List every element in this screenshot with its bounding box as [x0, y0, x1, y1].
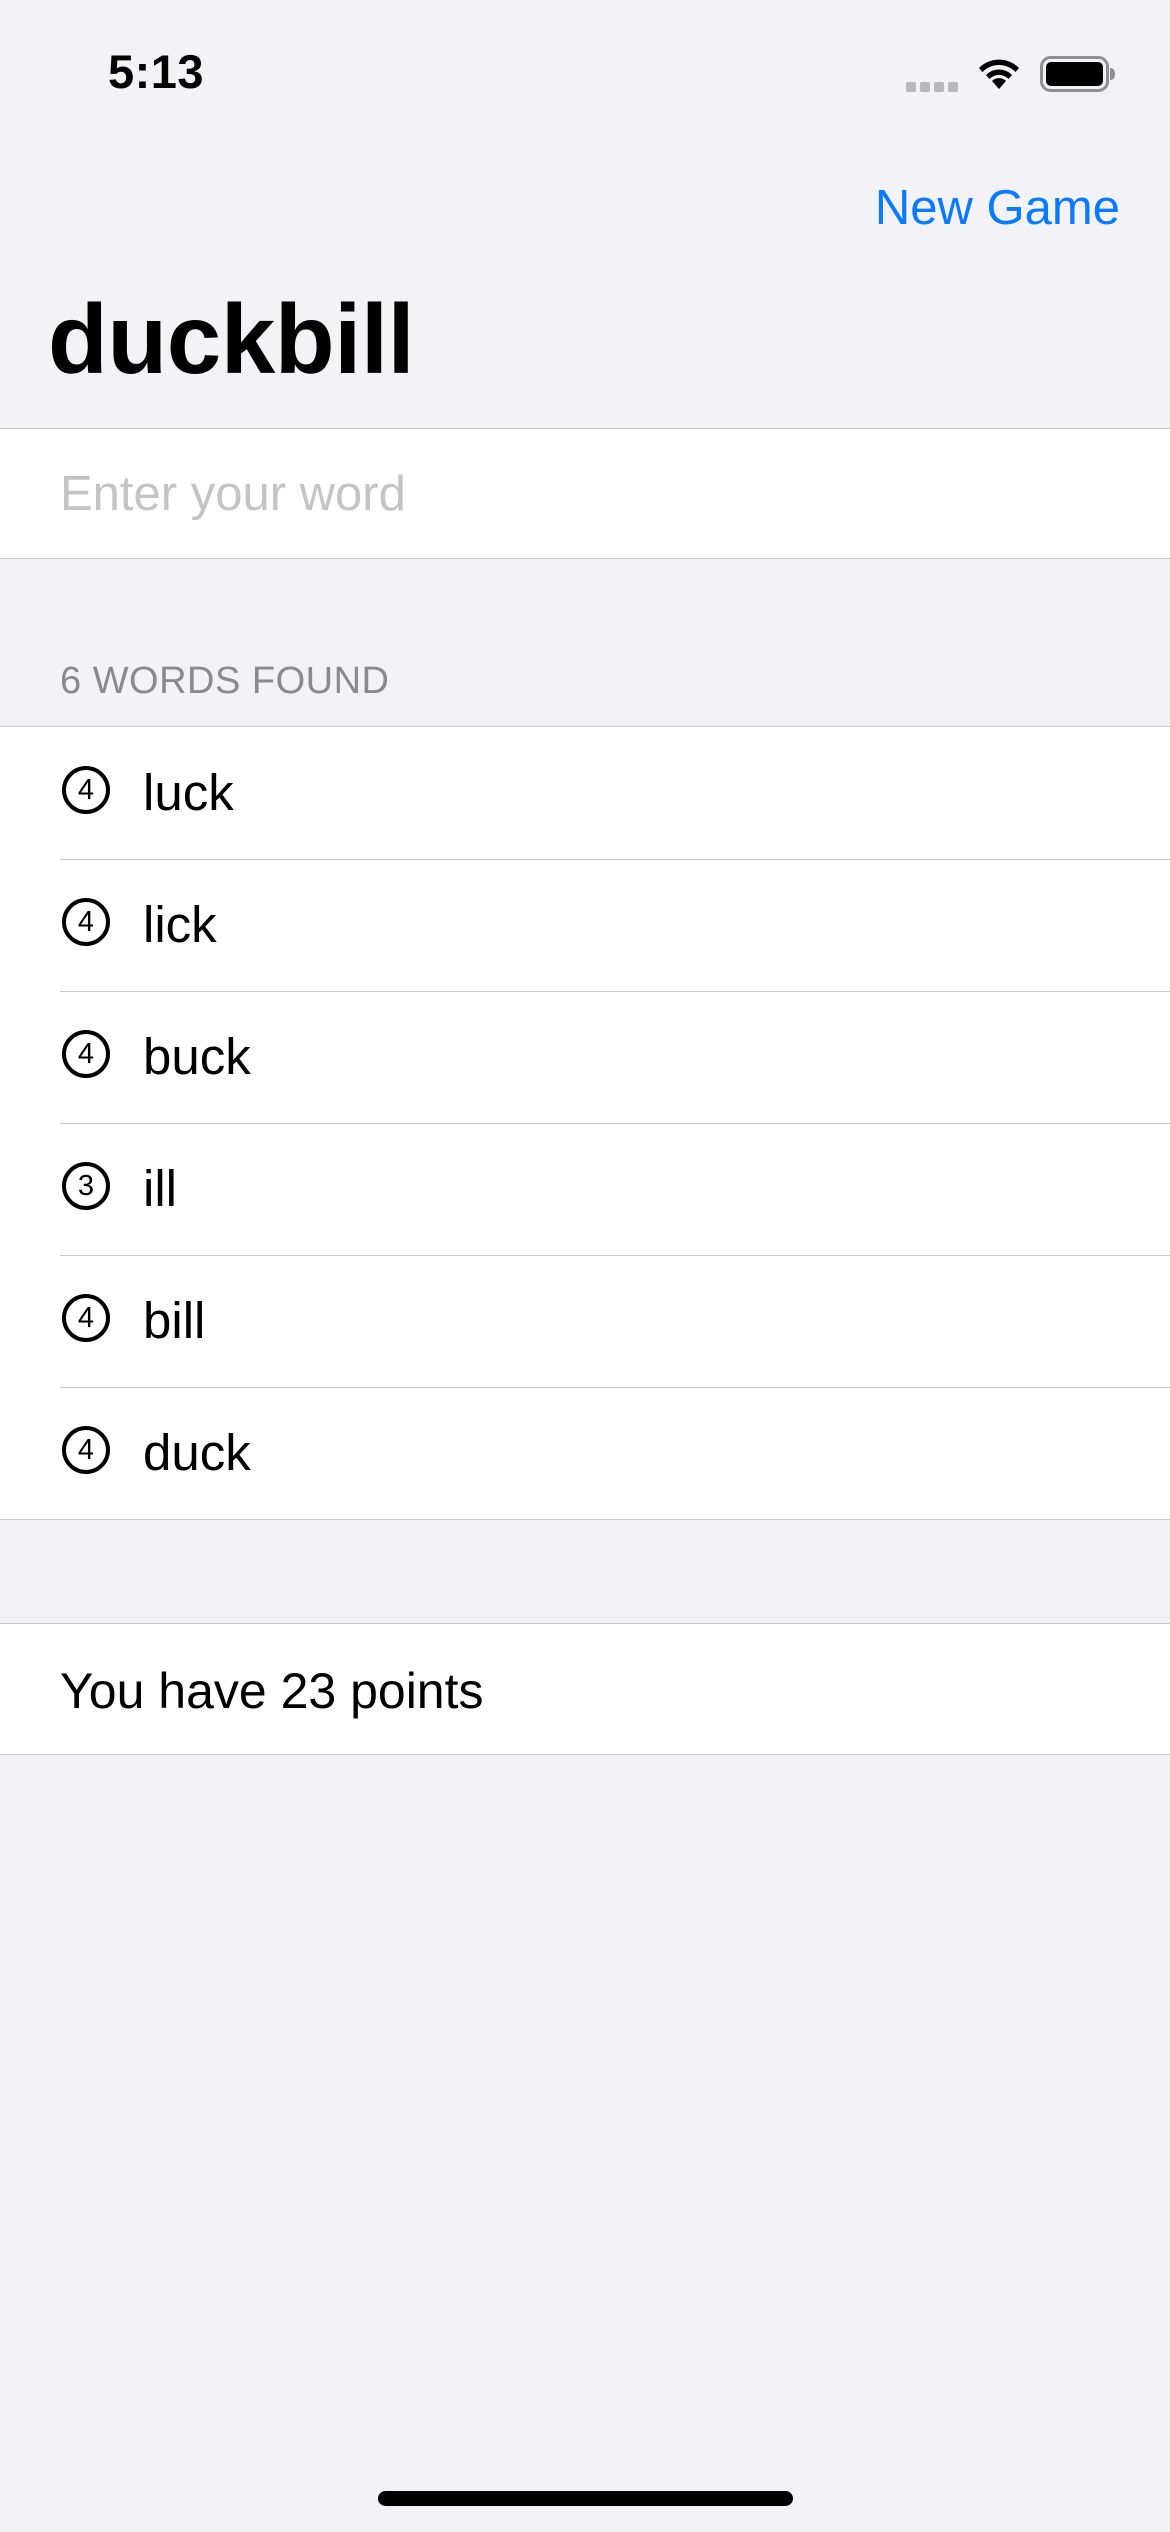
cellular-signal-icon [906, 82, 958, 92]
page-title: duckbill [48, 284, 415, 394]
score-circle-icon: 4 [62, 898, 110, 946]
section-header: 6 WORDS FOUND [60, 660, 390, 702]
home-indicator[interactable] [378, 2491, 793, 2506]
list-item: 4 luck [0, 727, 1170, 859]
word-label: buck [143, 1028, 251, 1085]
new-game-button[interactable]: New Game [875, 180, 1120, 236]
word-label: lick [143, 896, 217, 953]
points-label: You have 23 points [60, 1663, 484, 1719]
score-circle-icon: 4 [62, 1030, 110, 1078]
list-item: 3 ill [0, 1123, 1170, 1255]
word-input-cell [0, 428, 1170, 559]
score-circle-icon: 4 [62, 1294, 110, 1342]
wifi-icon [979, 59, 1019, 89]
word-label: luck [143, 764, 234, 821]
score-circle-icon: 4 [62, 766, 110, 814]
word-label: bill [143, 1292, 206, 1349]
list-item: 4 duck [0, 1387, 1170, 1519]
score-circle-icon: 4 [62, 1426, 110, 1474]
score-circle-icon: 3 [62, 1162, 110, 1210]
word-input[interactable] [60, 429, 1120, 558]
found-words-list: 4 luck 4 lick 4 buck 3 ill 4 bill 4 duck [0, 726, 1170, 1520]
list-item: 4 buck [0, 991, 1170, 1123]
status-time: 5:13 [108, 45, 205, 98]
word-label: ill [143, 1160, 177, 1217]
list-item: 4 bill [0, 1255, 1170, 1387]
status-bar: 5:13 [0, 0, 1170, 150]
list-item: 4 lick [0, 859, 1170, 991]
points-cell: You have 23 points [0, 1623, 1170, 1755]
battery-icon [1040, 56, 1115, 92]
word-label: duck [143, 1424, 251, 1481]
